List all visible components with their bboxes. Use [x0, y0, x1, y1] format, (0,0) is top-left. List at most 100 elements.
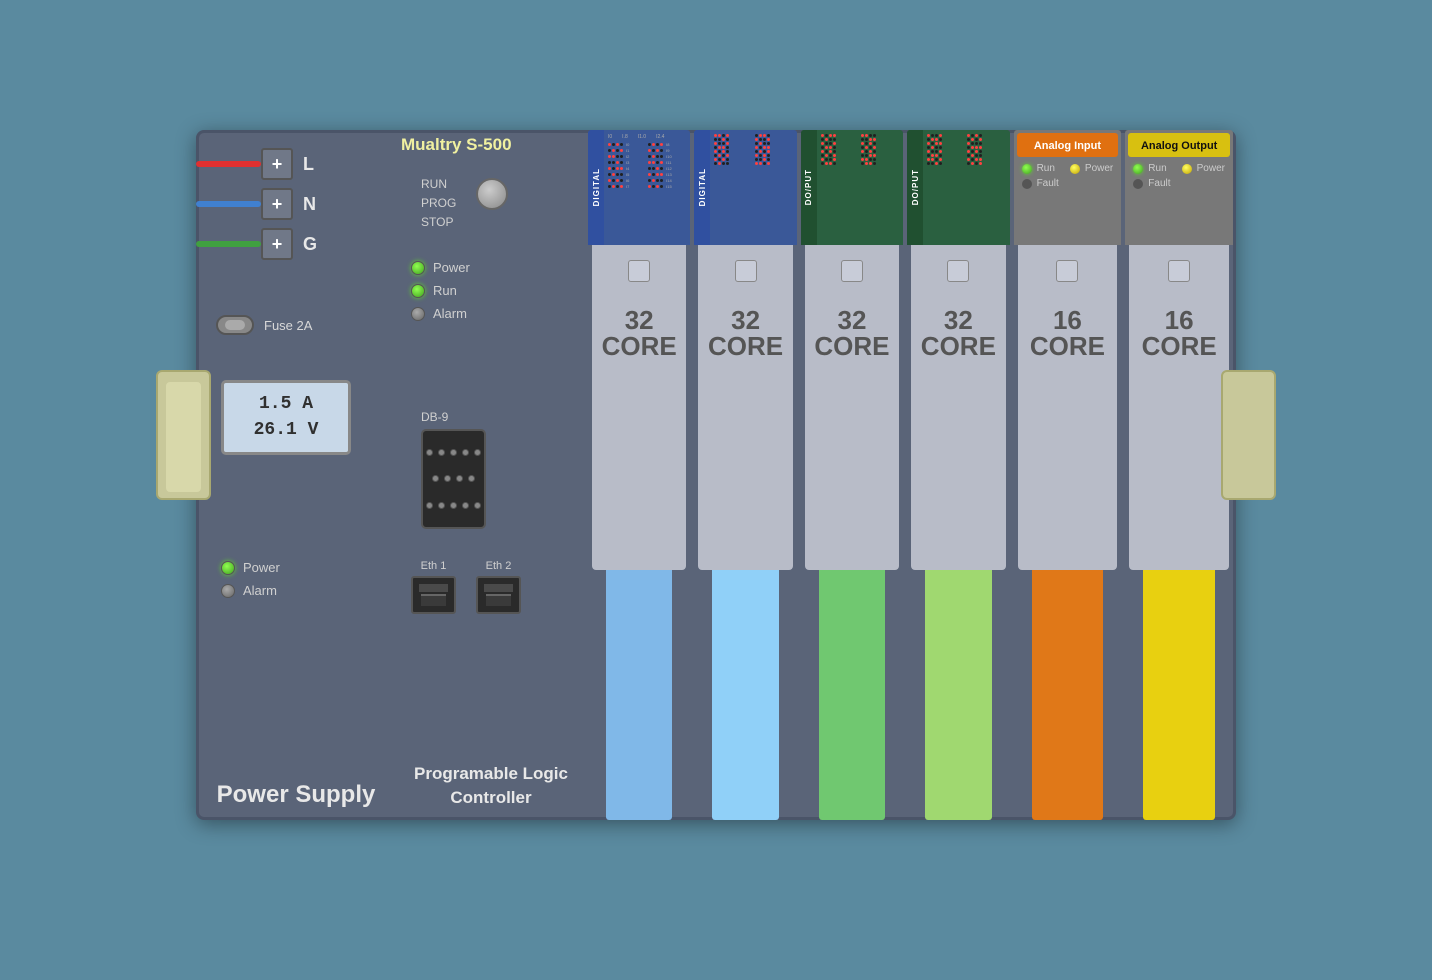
- plc-power-label: Power: [433, 260, 470, 275]
- r: [714, 162, 753, 165]
- ai-run-label: Run: [1037, 163, 1055, 174]
- r: [967, 158, 1006, 161]
- ao-power-led: [1182, 164, 1192, 174]
- ao-power-label: Power: [1197, 163, 1225, 174]
- r: [821, 154, 860, 157]
- r: [714, 150, 753, 153]
- r: [967, 150, 1006, 153]
- r: [714, 158, 753, 161]
- terminal-g[interactable]: [261, 228, 293, 260]
- r: [967, 154, 1006, 157]
- db9-pin: [438, 502, 445, 509]
- module-4-top: DO/PUT: [907, 130, 1009, 245]
- r: [755, 158, 794, 161]
- db9-connector[interactable]: [421, 429, 486, 529]
- r: [821, 138, 860, 141]
- plc-run-label: Run: [433, 283, 457, 298]
- module-3-handle[interactable]: [841, 260, 863, 282]
- led-row: I2: [608, 154, 647, 159]
- col-r: [755, 134, 794, 165]
- h2: I.8: [622, 134, 628, 140]
- db9-pin: [456, 475, 463, 482]
- module-5-body: 16CORE: [1018, 245, 1118, 570]
- module-2-handle[interactable]: [735, 260, 757, 282]
- module-2-led-grid: [714, 134, 793, 241]
- module-2-body: 32CORE: [698, 245, 792, 570]
- plc-bottom-label: Programable Logic Controller: [396, 762, 586, 810]
- db9-row-2: [432, 475, 475, 482]
- module-4-handle[interactable]: [947, 260, 969, 282]
- r: [861, 146, 900, 149]
- ps-alarm-label: Alarm: [243, 583, 277, 598]
- ai-run-led: [1022, 164, 1032, 174]
- module-3-led-grid: [821, 134, 900, 241]
- ps-power-led: [221, 561, 235, 575]
- fuse-section: Fuse 2A: [216, 315, 312, 335]
- module-1: DIGITAL I0I.8I1.0I2.4 I0 I1 I2 I3: [588, 130, 690, 820]
- module-2: DIGITAL: [694, 130, 796, 820]
- db9-pin: [462, 502, 469, 509]
- eth1-port[interactable]: [411, 576, 456, 614]
- module-5: Analog Input Run Power Fault: [1014, 130, 1122, 820]
- module-3-cores: 32CORE: [814, 307, 889, 359]
- module-6: Analog Output Run Power Fault: [1125, 130, 1233, 820]
- r: [714, 138, 753, 141]
- module-5-handle[interactable]: [1056, 260, 1078, 282]
- r: [927, 158, 966, 161]
- led-grid-rows: I0 I1 I2 I3 I4 I5 I6 I7 I8 I9 I10: [608, 142, 687, 189]
- ai-fault-label: Fault: [1037, 178, 1059, 189]
- module-4-cable: [925, 570, 991, 820]
- wire-l-line: [196, 161, 261, 167]
- db9-pin: [462, 449, 469, 456]
- mode-labels: RUN PROG STOP: [421, 175, 456, 233]
- module-6-handle[interactable]: [1168, 260, 1190, 282]
- module-5-leds: Run Power Fault: [1014, 160, 1122, 192]
- r: [821, 134, 860, 137]
- r: [755, 154, 794, 157]
- r: [861, 142, 900, 145]
- module-4-grid: [927, 134, 1006, 165]
- eth2-port[interactable]: [476, 576, 521, 614]
- led-row: I3: [608, 160, 647, 165]
- mode-switch-knob[interactable]: [476, 178, 508, 210]
- wire-n-terminal: N: [196, 188, 316, 220]
- r: [755, 134, 794, 137]
- db9-pin: [450, 449, 457, 456]
- ai-fault-row: Fault: [1022, 178, 1114, 189]
- terminal-l[interactable]: [261, 148, 293, 180]
- module-1-led-grid: I0I.8I1.0I2.4 I0 I1 I2 I3 I4 I5 I6 I7: [608, 134, 687, 241]
- ps-alarm-led: [221, 584, 235, 598]
- led-row: I1: [608, 148, 647, 153]
- plc-brand: Mualtry S-500: [401, 135, 512, 154]
- ao-fault-row: Fault: [1133, 178, 1225, 189]
- module-6-body: 16CORE: [1129, 245, 1229, 570]
- bracket-right: [1221, 370, 1276, 500]
- terminal-n[interactable]: [261, 188, 293, 220]
- led-row: I8: [648, 142, 687, 147]
- led-row: I10: [648, 154, 687, 159]
- plc-power-led-row: Power: [411, 260, 470, 275]
- db9-pin: [468, 475, 475, 482]
- plc-alarm-led: [411, 307, 425, 321]
- module-6-label-tab: Analog Output: [1128, 133, 1230, 157]
- col-l: [714, 134, 753, 165]
- module-3-do-label: DO/PUT: [804, 169, 813, 205]
- plc-run-led: [411, 284, 425, 298]
- led-col-right: I8 I9 I10 I11 I12 I13 I14 I15: [648, 142, 687, 189]
- row-label: I6: [626, 178, 629, 183]
- r: [927, 142, 966, 145]
- module-1-handle[interactable]: [628, 260, 650, 282]
- module-1-top: DIGITAL I0I.8I1.0I2.4 I0 I1 I2 I3: [588, 130, 690, 245]
- plc-alarm-label: Alarm: [433, 306, 467, 321]
- led-row: I7: [608, 184, 647, 189]
- db9-pin: [444, 475, 451, 482]
- h4: I2.4: [656, 134, 664, 140]
- module-2-grid-rows: [714, 134, 793, 165]
- led-row: I14: [648, 178, 687, 183]
- module-1-grid-header: I0I.8I1.0I2.4: [608, 134, 687, 140]
- row-label: I1: [626, 148, 629, 153]
- mode-run: RUN: [421, 175, 456, 194]
- module-6-cores: 16CORE: [1142, 307, 1217, 359]
- module-1-dig-label: DIGITAL: [592, 168, 601, 206]
- module-3: DO/PUT: [801, 130, 903, 820]
